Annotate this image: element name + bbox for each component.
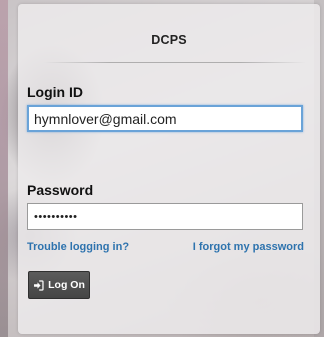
log-on-button[interactable]: Log On — [28, 271, 90, 299]
panel-title: DCPS — [151, 33, 187, 47]
log-on-label: Log On — [48, 279, 85, 291]
password-input[interactable] — [27, 203, 303, 230]
login-panel: DCPS Login ID Password Trouble logging i… — [18, 4, 320, 334]
sign-in-icon — [33, 279, 44, 291]
forgot-password-link[interactable]: I forgot my password — [193, 241, 304, 253]
login-id-input[interactable] — [27, 105, 303, 132]
password-label: Password — [27, 182, 94, 198]
login-id-label: Login ID — [27, 84, 83, 100]
background-strip-left — [0, 0, 8, 337]
trouble-logging-in-link[interactable]: Trouble logging in? — [27, 241, 129, 253]
title-divider — [44, 62, 306, 63]
